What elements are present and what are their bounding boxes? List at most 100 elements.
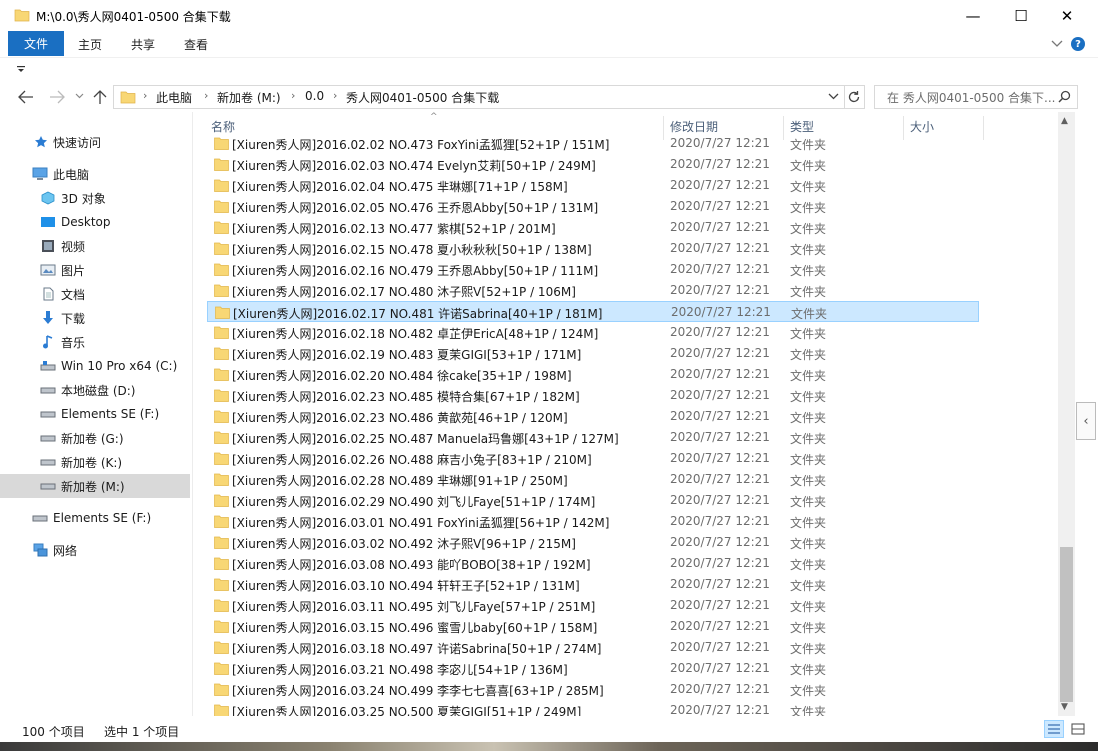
sidebar-item-elements-drive[interactable]: Elements SE (F:) [0,506,190,530]
file-date: 2020/7/27 12:21 [670,619,770,633]
table-row[interactable]: [Xiuren秀人网]2016.02.29 NO.490 刘飞儿Faye[51+… [207,490,979,511]
breadcrumb-separator[interactable]: › [333,89,337,102]
file-type: 文件夹 [790,684,827,698]
table-row[interactable]: [Xiuren秀人网]2016.02.16 NO.479 王乔恩Abby[50+… [207,259,979,280]
table-row[interactable]: [Xiuren秀人网]2016.02.28 NO.489 芈琳娜[91+1P /… [207,469,979,490]
breadcrumb-this-pc[interactable]: 此电脑 [156,89,192,106]
table-row[interactable]: [Xiuren秀人网]2016.02.15 NO.478 夏小秋秋秋[50+1P… [207,238,979,259]
table-row[interactable]: [Xiuren秀人网]2016.02.18 NO.482 卓芷伊EricA[48… [207,322,979,343]
table-row[interactable]: [Xiuren秀人网]2016.02.20 NO.484 徐cake[35+1P… [207,364,979,385]
table-row[interactable]: [Xiuren秀人网]2016.02.03 NO.474 Evelyn艾莉[50… [207,154,979,175]
help-button[interactable]: ? [1071,37,1085,51]
sidebar-item-label: 视频 [61,239,86,254]
scroll-down-arrow-icon[interactable]: ▼ [1061,702,1068,712]
table-row[interactable]: [Xiuren秀人网]2016.02.17 NO.480 沐子熙V[52+1P … [207,280,979,301]
refresh-icon[interactable] [847,90,861,104]
sidebar-item-drive-k[interactable]: 新加卷 (K:) [0,450,190,474]
search-icon[interactable] [1058,90,1071,103]
table-row[interactable]: [Xiuren秀人网]2016.03.18 NO.497 许诺Sabrina[5… [207,637,979,658]
table-row[interactable]: [Xiuren秀人网]2016.03.21 NO.498 李宓儿[54+1P /… [207,658,979,679]
table-row[interactable]: [Xiuren秀人网]2016.03.24 NO.499 李李七七喜喜[63+1… [207,679,979,700]
sidebar-item-drive-g[interactable]: 新加卷 (G:) [0,426,190,450]
tab-view[interactable]: 查看 [184,36,208,53]
folder-icon [14,9,30,22]
sidebar-item-label: 文档 [61,287,86,302]
table-row[interactable]: [Xiuren秀人网]2016.02.02 NO.473 FoxYini孟狐狸[… [207,133,979,154]
table-row[interactable]: [Xiuren秀人网]2016.02.23 NO.485 模特合集[67+1P … [207,385,979,406]
sidebar-item-pictures[interactable]: 图片 [0,258,190,282]
file-type: 文件夹 [790,621,827,635]
window-title: M:\0.0\秀人网0401-0500 合集下载 [36,10,231,24]
sidebar-item-desktop[interactable]: Desktop [0,210,190,234]
close-button[interactable]: ✕ [1044,0,1090,31]
address-divider [844,86,845,108]
sidebar-item-drive-f[interactable]: Elements SE (F:) [0,402,190,426]
table-row[interactable]: [Xiuren秀人网]2016.03.01 NO.491 FoxYini孟狐狸[… [207,511,979,532]
breadcrumb-folder-0-0[interactable]: 0.0 [305,89,324,103]
search-box[interactable]: 在 秀人网0401-0500 合集下... [874,85,1078,109]
vertical-scrollbar[interactable]: ▲ ▼ [1058,112,1075,716]
tab-home[interactable]: 主页 [78,36,102,53]
folder-icon [214,704,229,716]
sidebar-item-3d-objects[interactable]: 3D 对象 [0,186,190,210]
column-divider[interactable] [983,116,984,140]
table-row[interactable]: [Xiuren秀人网]2016.03.15 NO.496 蜜雪儿baby[60+… [207,616,979,637]
sidebar-item-label: Elements SE (F:) [61,407,160,421]
table-row[interactable]: [Xiuren秀人网]2016.02.19 NO.483 夏茉GIGI[53+1… [207,343,979,364]
file-type: 文件夹 [790,159,827,173]
address-bar[interactable]: › 此电脑 › 新加卷 (M:) › 0.0 › 秀人网0401-0500 合集… [113,85,865,109]
breadcrumb-separator[interactable]: › [204,89,208,102]
scroll-thumb[interactable] [1060,547,1073,702]
sidebar-item-videos[interactable]: 视频 [0,234,190,258]
file-type: 文件夹 [790,180,827,194]
maximize-button[interactable]: ☐ [998,0,1044,31]
sidebar-item-label: 新加卷 (K:) [61,455,123,470]
expand-ribbon-icon[interactable] [1051,40,1063,48]
forward-arrow-icon[interactable] [49,90,65,104]
file-date: 2020/7/27 12:21 [670,577,770,591]
scroll-up-arrow-icon[interactable]: ▲ [1061,116,1068,126]
folder-icon [214,452,229,465]
table-row[interactable]: [Xiuren秀人网]2016.03.02 NO.492 沐子熙V[96+1P … [207,532,979,553]
sidebar-item-quick-access[interactable]: 快速访问 [0,130,190,154]
sidebar-item-network[interactable]: 网络 [0,538,190,562]
table-row[interactable]: [Xiuren秀人网]2016.02.17 NO.481 许诺Sabrina[4… [207,301,979,322]
sidebar-item-music[interactable]: 音乐 [0,330,190,354]
table-row[interactable]: [Xiuren秀人网]2016.02.05 NO.476 王乔恩Abby[50+… [207,196,979,217]
table-row[interactable]: [Xiuren秀人网]2016.03.10 NO.494 轩轩王子[52+1P … [207,574,979,595]
address-dropdown-icon[interactable] [828,93,839,100]
sidebar-item-drive-d[interactable]: 本地磁盘 (D:) [0,378,190,402]
sidebar-item-documents[interactable]: 文档 [0,282,190,306]
expand-pane-chevron-icon[interactable]: ‹ [1076,402,1096,440]
tab-file[interactable]: 文件 [8,31,64,56]
pictures-icon [40,263,56,277]
sidebar-item-label: 图片 [61,263,86,278]
large-icons-view-button[interactable] [1068,720,1088,738]
customize-toolbar-icon[interactable] [17,66,25,74]
sidebar-item-drive-c[interactable]: Win 10 Pro x64 (C:) [0,354,190,378]
table-row[interactable]: [Xiuren秀人网]2016.02.04 NO.475 芈琳娜[71+1P /… [207,175,979,196]
sidebar-item-downloads[interactable]: 下载 [0,306,190,330]
search-placeholder[interactable]: 在 秀人网0401-0500 合集下... [887,89,1055,106]
table-row[interactable]: [Xiuren秀人网]2016.02.25 NO.487 Manuela玛鲁娜[… [207,427,979,448]
breadcrumb-separator[interactable]: › [143,89,147,102]
breadcrumb-current-folder[interactable]: 秀人网0401-0500 合集下载 [346,89,499,106]
folder-icon [120,91,136,104]
details-view-button[interactable] [1044,720,1064,738]
table-row[interactable]: [Xiuren秀人网]2016.03.11 NO.495 刘飞儿Faye[57+… [207,595,979,616]
file-type: 文件夹 [790,264,827,278]
back-arrow-icon[interactable] [18,90,34,104]
table-row[interactable]: [Xiuren秀人网]2016.03.08 NO.493 能吖BOBO[38+1… [207,553,979,574]
tab-share[interactable]: 共享 [131,36,155,53]
sidebar-item-this-pc[interactable]: 此电脑 [0,162,190,186]
recent-locations-icon[interactable] [75,93,84,99]
table-row[interactable]: [Xiuren秀人网]2016.02.26 NO.488 麻吉小兔子[83+1P… [207,448,979,469]
minimize-button[interactable]: — [950,0,996,31]
breadcrumb-drive-m[interactable]: 新加卷 (M:) [217,89,281,106]
sidebar-item-drive-m[interactable]: 新加卷 (M:) [0,474,190,498]
table-row[interactable]: [Xiuren秀人网]2016.03.25 NO.500 夏茉GIGI[51+1… [207,700,979,716]
breadcrumb-separator[interactable]: › [291,89,295,102]
up-arrow-icon[interactable] [93,89,107,104]
table-row[interactable]: [Xiuren秀人网]2016.02.13 NO.477 紫棋[52+1P / … [207,217,979,238]
table-row[interactable]: [Xiuren秀人网]2016.02.23 NO.486 黄歆苑[46+1P /… [207,406,979,427]
